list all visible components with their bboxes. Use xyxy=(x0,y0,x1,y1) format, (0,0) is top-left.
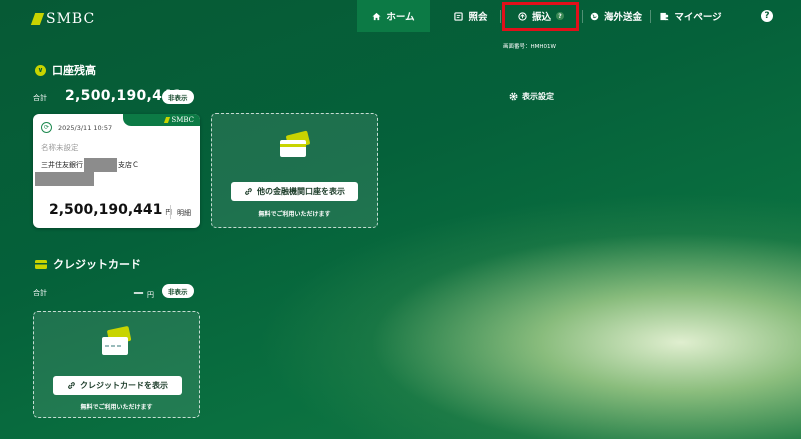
total-label: 合計 xyxy=(33,94,47,102)
logo-mark-icon xyxy=(30,13,45,25)
card-update-row: ⟳ 2025/3/11 10:57 xyxy=(41,122,112,133)
credit-total-amount: ー xyxy=(133,287,144,300)
other-institutions-panel: 他の金融機関口座を表示 無料でご利用いただけます xyxy=(211,113,378,228)
credit-total-label: 合計 xyxy=(33,289,47,297)
profile-icon xyxy=(660,12,669,20)
display-settings-label: 表示設定 xyxy=(522,92,554,101)
nav-home[interactable]: ホーム xyxy=(357,0,430,32)
card-update-date: 2025/3/11 10:57 xyxy=(58,123,113,132)
nav-divider xyxy=(650,10,651,23)
nav-divider xyxy=(500,10,501,23)
nav-inquiry[interactable]: 照会 xyxy=(446,0,496,32)
card-brand: SMBC xyxy=(123,114,200,126)
credit-card-icon xyxy=(35,259,47,269)
card-brand-text: SMBC xyxy=(171,116,194,124)
account-balance-title: 口座残高 xyxy=(52,64,96,77)
credit-card-title: クレジットカード xyxy=(53,258,141,271)
credit-card-heading: クレジットカード xyxy=(35,256,141,272)
card-stack-icon xyxy=(280,130,310,157)
redacted-block xyxy=(84,158,117,172)
account-balance-heading: ∨ 口座残高 xyxy=(35,62,96,78)
nav-overseas-label: 海外送金 xyxy=(603,12,642,23)
transfer-highlight-frame xyxy=(502,2,579,31)
logo-mark-icon xyxy=(164,117,171,123)
nav-overseas-remittance[interactable]: 海外送金 xyxy=(586,0,646,32)
credit-card-note: 無料でご利用いただけます xyxy=(80,404,153,411)
nav-mypage[interactable]: マイページ xyxy=(657,0,725,32)
display-settings-button[interactable]: 表示設定 xyxy=(509,91,554,102)
statement-link[interactable]: 明細 xyxy=(177,208,191,218)
refresh-icon[interactable]: ⟳ xyxy=(41,122,52,133)
credit-card-panel: クレジットカードを表示 無料でご利用いただけます xyxy=(33,311,200,418)
bank-branch-row: 三井住友銀行 支店Ｃ xyxy=(41,158,139,172)
card-divider xyxy=(170,205,171,219)
branch-name: 支店Ｃ xyxy=(118,161,139,169)
document-icon xyxy=(454,11,464,21)
card-balance-row: 2,500,190,441 円 xyxy=(49,202,172,218)
show-credit-card-button[interactable]: クレジットカードを表示 xyxy=(53,376,182,395)
nav-inquiry-label: 照会 xyxy=(468,12,488,23)
hide-balance-button[interactable]: 非表示 xyxy=(162,90,194,104)
help-icon[interactable]: ? xyxy=(761,10,773,22)
credit-card-stack-icon xyxy=(102,326,132,355)
show-other-accounts-button[interactable]: 他の金融機関口座を表示 xyxy=(231,182,358,201)
bank-name: 三井住友銀行 xyxy=(41,161,83,169)
gear-icon xyxy=(509,92,518,101)
link-icon xyxy=(245,188,252,195)
account-card[interactable]: SMBC ⟳ 2025/3/11 10:57 名称未設定 三井住友銀行 支店Ｃ … xyxy=(33,114,200,228)
brand-logo[interactable]: SMBC xyxy=(30,11,96,27)
account-nickname: 名称未設定 xyxy=(41,143,79,152)
chevron-down-icon[interactable]: ∨ xyxy=(35,64,46,76)
credit-currency: 円 xyxy=(147,291,154,299)
nav-home-label: ホーム xyxy=(386,12,415,23)
show-other-accounts-label: 他の金融機関口座を表示 xyxy=(257,187,345,196)
hide-credit-button[interactable]: 非表示 xyxy=(162,284,194,298)
other-accounts-note: 無料でご利用いただけます xyxy=(258,211,331,218)
redacted-account-number xyxy=(35,172,94,186)
show-credit-card-label: クレジットカードを表示 xyxy=(80,381,168,390)
credit-total-row: ー 円 xyxy=(133,285,154,301)
link-icon xyxy=(68,382,75,389)
brand-name: SMBC xyxy=(46,11,96,27)
card-balance: 2,500,190,441 xyxy=(49,202,163,218)
nav-divider xyxy=(582,10,583,23)
nav-mypage-label: マイページ xyxy=(674,12,722,23)
home-icon xyxy=(372,12,381,20)
globe-icon xyxy=(590,12,599,20)
screen-id: 画面番号：HMH01W xyxy=(503,44,556,50)
